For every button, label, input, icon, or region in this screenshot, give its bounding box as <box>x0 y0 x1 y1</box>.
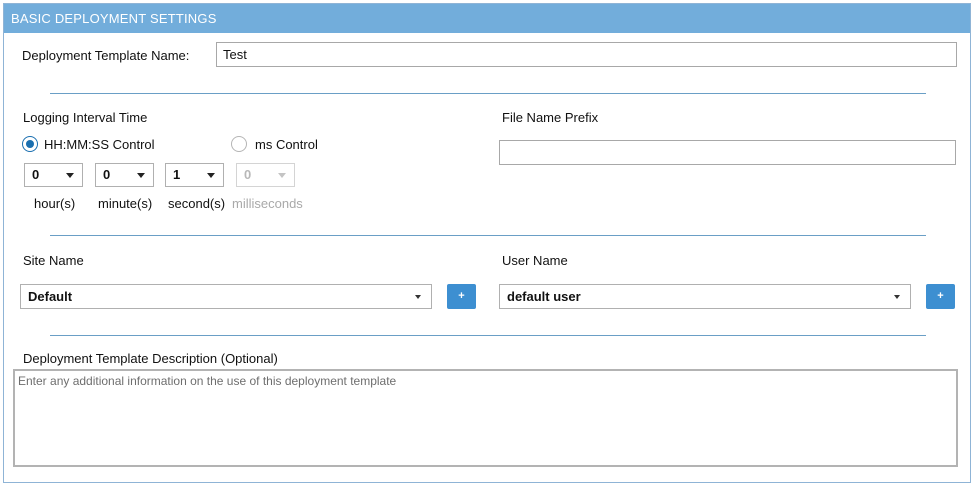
divider <box>50 235 926 236</box>
chevron-down-icon <box>137 173 145 178</box>
site-name-label: Site Name <box>23 253 84 268</box>
file-prefix-label: File Name Prefix <box>502 110 599 125</box>
second-value: 1 <box>173 167 181 182</box>
minute-label: minute(s) <box>98 196 153 211</box>
site-name-value: Default <box>28 289 73 304</box>
milliseconds-value: 0 <box>244 167 252 182</box>
second-dropdown[interactable]: 1 <box>165 163 224 187</box>
milliseconds-dropdown: 0 <box>236 163 295 187</box>
minute-value: 0 <box>103 167 111 182</box>
user-name-select[interactable]: default user <box>499 284 911 309</box>
divider <box>50 93 926 94</box>
hour-value: 0 <box>32 167 40 182</box>
hour-label: hour(s) <box>34 196 76 211</box>
second-label: second(s) <box>168 196 226 211</box>
chevron-down-icon <box>207 173 215 178</box>
template-name-label: Deployment Template Name: <box>22 48 190 63</box>
hms-control-label[interactable]: HH:MM:SS Control <box>44 137 155 152</box>
panel-header: BASIC DEPLOYMENT SETTINGS <box>4 4 970 33</box>
hour-dropdown[interactable]: 0 <box>24 163 83 187</box>
chevron-down-icon <box>415 295 421 299</box>
divider <box>50 335 926 336</box>
description-textarea[interactable]: Enter any additional information on the … <box>13 369 958 467</box>
ms-control-radio[interactable] <box>231 136 247 152</box>
add-site-button[interactable]: + <box>447 284 476 309</box>
user-name-value: default user <box>507 289 581 304</box>
file-prefix-input[interactable] <box>499 140 956 165</box>
chevron-down-icon <box>894 295 900 299</box>
milliseconds-label: milliseconds <box>232 196 303 211</box>
chevron-down-icon <box>278 173 286 178</box>
minute-dropdown[interactable]: 0 <box>95 163 154 187</box>
ms-control-label[interactable]: ms Control <box>255 137 318 152</box>
logging-interval-label: Logging Interval Time <box>23 110 148 125</box>
hms-control-radio[interactable] <box>22 136 38 152</box>
user-name-label: User Name <box>502 253 568 268</box>
description-label: Deployment Template Description (Optiona… <box>23 351 278 366</box>
site-name-select[interactable]: Default <box>20 284 432 309</box>
add-user-button[interactable]: + <box>926 284 955 309</box>
template-name-input[interactable]: Test <box>216 42 957 67</box>
chevron-down-icon <box>66 173 74 178</box>
